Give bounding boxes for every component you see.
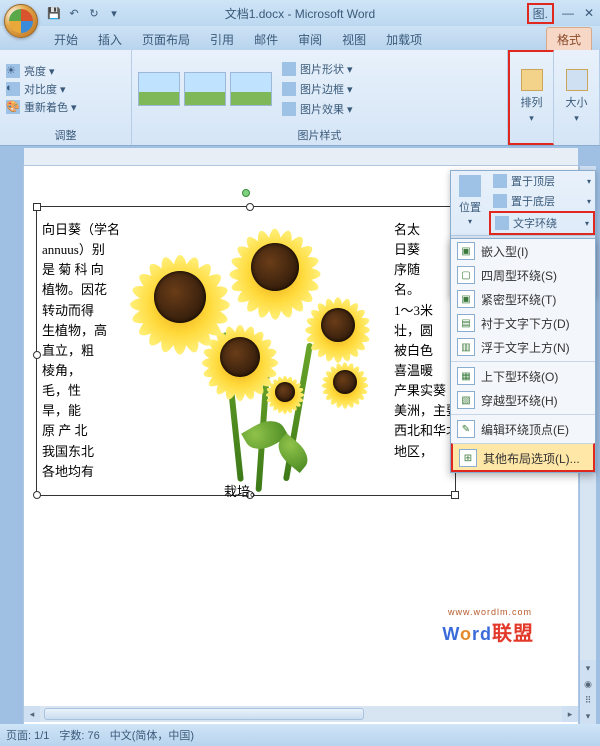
- next-page-icon[interactable]: ▾: [580, 708, 596, 724]
- wrap-more-options[interactable]: ⊞其他布局选项(L)...: [451, 443, 595, 472]
- undo-icon[interactable]: ↶: [66, 5, 82, 21]
- arrange-button[interactable]: 排列 ▾: [516, 69, 547, 124]
- wrap-inline[interactable]: ▣嵌入型(I): [451, 239, 595, 263]
- style-thumb[interactable]: [138, 72, 180, 106]
- arrange-icon: [521, 69, 543, 91]
- save-icon[interactable]: 💾: [46, 5, 62, 21]
- tight-icon: ▣: [457, 290, 475, 308]
- sunflower-image[interactable]: [120, 212, 400, 492]
- ribbon: ☀亮度 ▾ ◐对比度 ▾ 🎨重新着色 ▾ 调整 图片形状 ▾ 图片边框 ▾ 图片: [0, 50, 600, 146]
- recolor-button[interactable]: 🎨重新着色 ▾: [6, 98, 77, 116]
- size-icon: [566, 69, 588, 91]
- browse-icon[interactable]: ⠿: [580, 692, 596, 708]
- office-button[interactable]: [4, 4, 38, 38]
- group-size: 大小 ▾: [554, 50, 600, 145]
- minimize-button[interactable]: —: [560, 6, 576, 20]
- status-bar: 页面: 1/1 字数: 76 中文(简体，中国): [0, 724, 600, 746]
- wrap-icon: [495, 216, 509, 230]
- brightness-button[interactable]: ☀亮度 ▾: [6, 62, 77, 80]
- close-button[interactable]: ✕: [582, 6, 596, 20]
- quick-access-toolbar: 💾 ↶ ↻ ▾: [46, 5, 122, 21]
- tab-insert[interactable]: 插入: [88, 28, 132, 50]
- wrap-behind[interactable]: ▤衬于文字下方(D): [451, 311, 595, 335]
- tab-review[interactable]: 审阅: [288, 28, 332, 50]
- watermark: www.wordlm.com Word联盟: [442, 617, 534, 646]
- more-layout-icon: ⊞: [459, 449, 477, 467]
- position-button[interactable]: 位置: [459, 199, 481, 215]
- shape-icon: [282, 62, 296, 76]
- style-thumb[interactable]: [230, 72, 272, 106]
- redo-icon[interactable]: ↻: [86, 5, 102, 21]
- effects-icon: [282, 102, 296, 116]
- group-picture-styles: 图片形状 ▾ 图片边框 ▾ 图片效果 ▾ 图片样式: [132, 50, 508, 145]
- edit-points-icon: ✎: [457, 420, 475, 438]
- tab-addin[interactable]: 加载项: [376, 28, 432, 50]
- rotate-handle[interactable]: [242, 189, 250, 197]
- ribbon-tabstrip: 开始 插入 页面布局 引用 邮件 审阅 视图 加载项 格式: [0, 26, 600, 50]
- scroll-down-icon[interactable]: ▾: [580, 660, 596, 676]
- qat-more-icon[interactable]: ▾: [106, 5, 122, 21]
- tab-format[interactable]: 格式: [546, 27, 592, 50]
- border-icon: [282, 82, 296, 96]
- body-text-left: 向日葵（学名 annuus）别 是 菊 科 向 植物。因花 转动而得 生植物，高…: [42, 220, 120, 482]
- style-thumb[interactable]: [184, 72, 226, 106]
- back-icon: [493, 194, 507, 208]
- wrap-topbottom[interactable]: ▦上下型环绕(O): [451, 361, 595, 388]
- group-adjust: ☀亮度 ▾ ◐对比度 ▾ 🎨重新着色 ▾ 调整: [0, 50, 132, 145]
- scroll-right-icon[interactable]: ▸: [562, 706, 578, 722]
- group-styles-label: 图片样式: [132, 127, 507, 145]
- prev-page-icon[interactable]: ◉: [580, 676, 596, 692]
- chevron-down-icon: ▾: [529, 113, 534, 124]
- hscroll-thumb[interactable]: [44, 708, 364, 720]
- scroll-left-icon[interactable]: ◂: [24, 706, 40, 722]
- text-wrap-button[interactable]: 文字环绕▾: [489, 211, 595, 235]
- contrast-icon: ◐: [6, 82, 20, 96]
- inline-icon: ▣: [457, 242, 475, 260]
- contrast-button[interactable]: ◐对比度 ▾: [6, 80, 77, 98]
- bring-front-button[interactable]: 置于顶层▾: [489, 171, 595, 191]
- wrap-front[interactable]: ▥浮于文字上方(N): [451, 335, 595, 359]
- page-indicator[interactable]: 页面: 1/1: [6, 727, 49, 743]
- tab-home[interactable]: 开始: [44, 28, 88, 50]
- word-count[interactable]: 字数: 76: [59, 727, 99, 743]
- text-wrap-menu: ▣嵌入型(I) ▢四周型环绕(S) ▣紧密型环绕(T) ▤衬于文字下方(D) ▥…: [450, 238, 596, 473]
- group-adjust-label: 调整: [0, 127, 131, 145]
- through-icon: ▧: [457, 391, 475, 409]
- group-arrange: 排列 ▾: [508, 50, 554, 145]
- wrap-through[interactable]: ▧穿越型环绕(H): [451, 388, 595, 412]
- picture-shape-button[interactable]: 图片形状 ▾: [282, 60, 353, 78]
- context-tab-group: 图.: [527, 3, 554, 24]
- recolor-icon: 🎨: [6, 100, 20, 114]
- topbottom-icon: ▦: [457, 367, 475, 385]
- picture-border-button[interactable]: 图片边框 ▾: [282, 80, 353, 98]
- brightness-icon: ☀: [6, 64, 20, 78]
- tab-references[interactable]: 引用: [200, 28, 244, 50]
- picture-effects-button[interactable]: 图片效果 ▾: [282, 100, 353, 118]
- tab-mail[interactable]: 邮件: [244, 28, 288, 50]
- titlebar: 💾 ↶ ↻ ▾ 文档1.docx - Microsoft Word 图. — ✕: [0, 0, 600, 26]
- language-indicator[interactable]: 中文(简体，中国): [110, 727, 194, 743]
- send-back-button[interactable]: 置于底层▾: [489, 191, 595, 211]
- front-icon: [493, 174, 507, 188]
- wrap-tight[interactable]: ▣紧密型环绕(T): [451, 287, 595, 311]
- body-text-bottom: 栽培。: [224, 482, 263, 502]
- horizontal-ruler[interactable]: [24, 148, 578, 166]
- chevron-down-icon: ▾: [574, 113, 579, 124]
- wrap-square[interactable]: ▢四周型环绕(S): [451, 263, 595, 287]
- size-button[interactable]: 大小 ▾: [560, 69, 593, 124]
- horizontal-scrollbar[interactable]: ◂ ▸: [24, 706, 578, 722]
- square-icon: ▢: [457, 266, 475, 284]
- tab-view[interactable]: 视图: [332, 28, 376, 50]
- position-icon: [459, 175, 481, 197]
- behind-icon: ▤: [457, 314, 475, 332]
- front-text-icon: ▥: [457, 338, 475, 356]
- tab-layout[interactable]: 页面布局: [132, 28, 200, 50]
- wrap-edit-points[interactable]: ✎编辑环绕顶点(E): [451, 414, 595, 441]
